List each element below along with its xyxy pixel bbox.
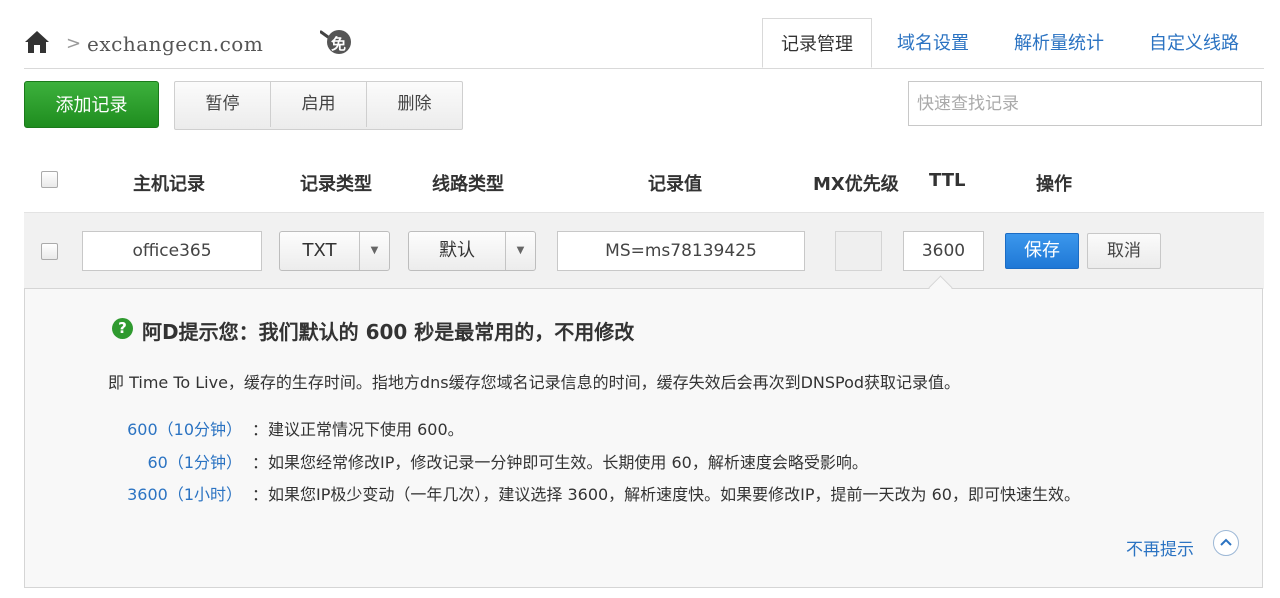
free-plan-badge-text: 免 — [331, 35, 347, 53]
header-record-value: 记录值 — [648, 174, 702, 195]
mx-priority-input — [835, 231, 882, 271]
add-record-button[interactable]: 添加记录 — [24, 81, 159, 128]
ttl-option-value[interactable]: 3600（1小时） — [108, 481, 242, 505]
header-host-record: 主机记录 — [133, 174, 205, 195]
cancel-button[interactable]: 取消 — [1087, 233, 1161, 269]
ttl-option-text: ：建议正常情况下使用 600。 — [252, 420, 464, 439]
chevron-down-icon[interactable]: ▼ — [505, 232, 535, 270]
tab-record-management[interactable]: 记录管理 — [762, 18, 872, 68]
record-type-select[interactable]: TXT ▼ — [279, 231, 390, 271]
tab-query-statistics[interactable]: 解析量统计 — [1000, 18, 1118, 68]
enable-button[interactable]: 启用 — [271, 82, 367, 127]
header-record-type: 记录类型 — [300, 174, 372, 195]
pause-button[interactable]: 暂停 — [175, 82, 271, 127]
ttl-option-text: ：如果您经常修改IP，修改记录一分钟即可生效。长期使用 60，解析速度会略受影响… — [252, 453, 868, 472]
collapse-up-icon[interactable] — [1213, 530, 1239, 556]
tip-title: 阿D提示您：我们默认的 600 秒是最常用的，不用修改 — [142, 320, 635, 344]
header-line-type: 线路类型 — [432, 174, 504, 195]
record-action-group: 暂停 启用 删除 — [174, 81, 463, 130]
record-type-value: TXT — [302, 240, 337, 261]
ttl-option-value[interactable]: 60（1分钟） — [108, 449, 242, 473]
home-icon[interactable] — [24, 30, 50, 54]
header-ttl: TTL — [929, 170, 966, 191]
dont-show-again-link[interactable]: 不再提示 — [1126, 535, 1194, 560]
tabs-divider — [24, 68, 1264, 69]
record-value-input[interactable]: MS=ms78139425 — [557, 231, 805, 271]
domain-name: exchangecn.com — [87, 32, 264, 56]
free-plan-badge-icon: 免 — [319, 28, 354, 56]
ttl-input[interactable]: 3600 — [903, 231, 984, 271]
header-mx-priority: MX优先级 — [813, 174, 899, 195]
select-all-checkbox[interactable] — [41, 171, 58, 188]
save-button[interactable]: 保存 — [1005, 233, 1079, 269]
header-actions: 操作 — [1036, 174, 1072, 195]
host-record-input[interactable]: office365 — [82, 231, 262, 271]
help-question-icon: ? — [112, 318, 133, 339]
tip-description: 即 Time To Live，缓存的生存时间。指地方dns缓存您域名记录信息的时… — [108, 373, 961, 392]
row-checkbox[interactable] — [41, 243, 58, 260]
quick-search-input[interactable] — [908, 81, 1262, 126]
ttl-option-value[interactable]: 600（10分钟） — [108, 416, 242, 440]
line-type-select[interactable]: 默认 ▼ — [408, 231, 536, 271]
chevron-down-icon[interactable]: ▼ — [359, 232, 389, 270]
delete-button[interactable]: 删除 — [367, 82, 462, 127]
tab-domain-settings[interactable]: 域名设置 — [880, 18, 986, 68]
ttl-option-text: ：如果您IP极少变动（一年几次），建议选择 3600，解析速度快。如果要修改IP… — [252, 485, 1080, 504]
line-type-value: 默认 — [439, 240, 475, 261]
breadcrumb-separator: > — [66, 33, 82, 54]
tab-custom-lines[interactable]: 自定义线路 — [1132, 18, 1256, 68]
